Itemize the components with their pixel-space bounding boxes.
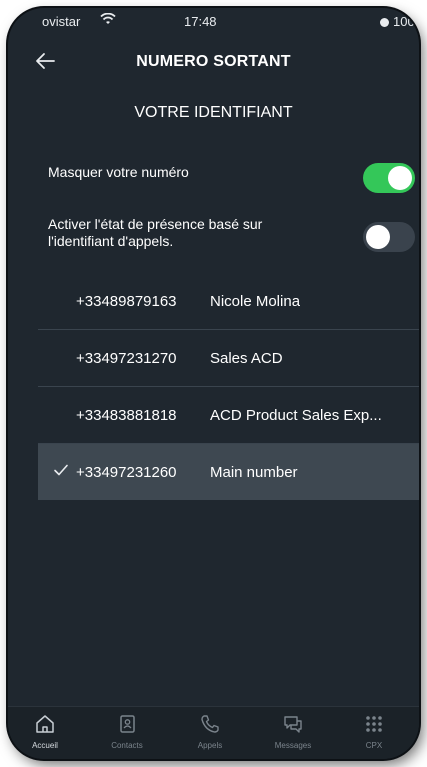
number-value: +33497231260	[76, 464, 177, 481]
tab-home[interactable]: Accueil	[10, 713, 80, 750]
presence-toggle[interactable]	[363, 222, 415, 252]
alarm-icon	[380, 18, 389, 27]
phone-icon	[201, 715, 219, 733]
section-title: VOTRE IDENTIFIANT	[134, 104, 293, 121]
carrier-label: ovistar	[42, 14, 81, 29]
battery-label: 100 %	[393, 14, 419, 29]
number-list: +33489879163 Nicole Molina +33497231270 …	[38, 273, 419, 500]
grid-icon	[366, 716, 382, 732]
tab-bar: Accueil Contacts Appels Messages CPX	[8, 706, 419, 759]
status-bar: ovistar 17:48 100 %	[8, 8, 419, 34]
number-item[interactable]: +33497231270 Sales ACD	[38, 330, 419, 387]
number-value: +33483881818	[76, 407, 177, 424]
number-item-selected[interactable]: +33497231260 Main number	[38, 444, 419, 500]
number-item[interactable]: +33489879163 Nicole Molina	[38, 273, 419, 330]
tab-label: Messages	[274, 741, 312, 750]
toggle-knob	[366, 225, 390, 249]
number-value: +33489879163	[76, 293, 177, 310]
tab-label: Contacts	[111, 741, 143, 750]
tab-contacts[interactable]: Contacts	[92, 713, 162, 750]
number-value: +33497231270	[76, 350, 177, 367]
toggle-knob	[388, 166, 412, 190]
number-name: Main number	[210, 464, 298, 481]
header: NUMERO SORTANT	[8, 42, 419, 80]
number-name: Sales ACD	[210, 350, 283, 367]
clock: 17:48	[184, 14, 217, 29]
number-item[interactable]: +33483881818 ACD Product Sales Exp...	[38, 387, 419, 444]
phone-screen: ovistar 17:48 100 % NUMERO SORTANT VOTRE…	[8, 8, 419, 759]
hide-number-toggle[interactable]	[363, 163, 415, 193]
tab-messages[interactable]: Messages	[258, 713, 328, 750]
battery-status: 100 %	[380, 14, 419, 29]
tab-label: CPX	[365, 741, 383, 750]
checkmark-icon	[54, 464, 68, 476]
number-name: ACD Product Sales Exp...	[210, 407, 382, 424]
messages-icon	[284, 716, 302, 733]
page-title: NUMERO SORTANT	[136, 53, 291, 70]
hide-number-label: Masquer votre numéro	[48, 164, 189, 180]
contacts-icon	[120, 715, 135, 733]
presence-label: Activer l'état de présence basé sur l'id…	[48, 216, 263, 249]
home-icon	[36, 715, 54, 733]
number-name: Nicole Molina	[210, 293, 301, 310]
tab-calls[interactable]: Appels	[175, 713, 245, 750]
tab-cpx[interactable]: CPX	[339, 713, 409, 750]
wifi-icon	[100, 13, 116, 24]
tab-label: Appels	[197, 741, 223, 750]
tab-label: Accueil	[32, 741, 58, 750]
